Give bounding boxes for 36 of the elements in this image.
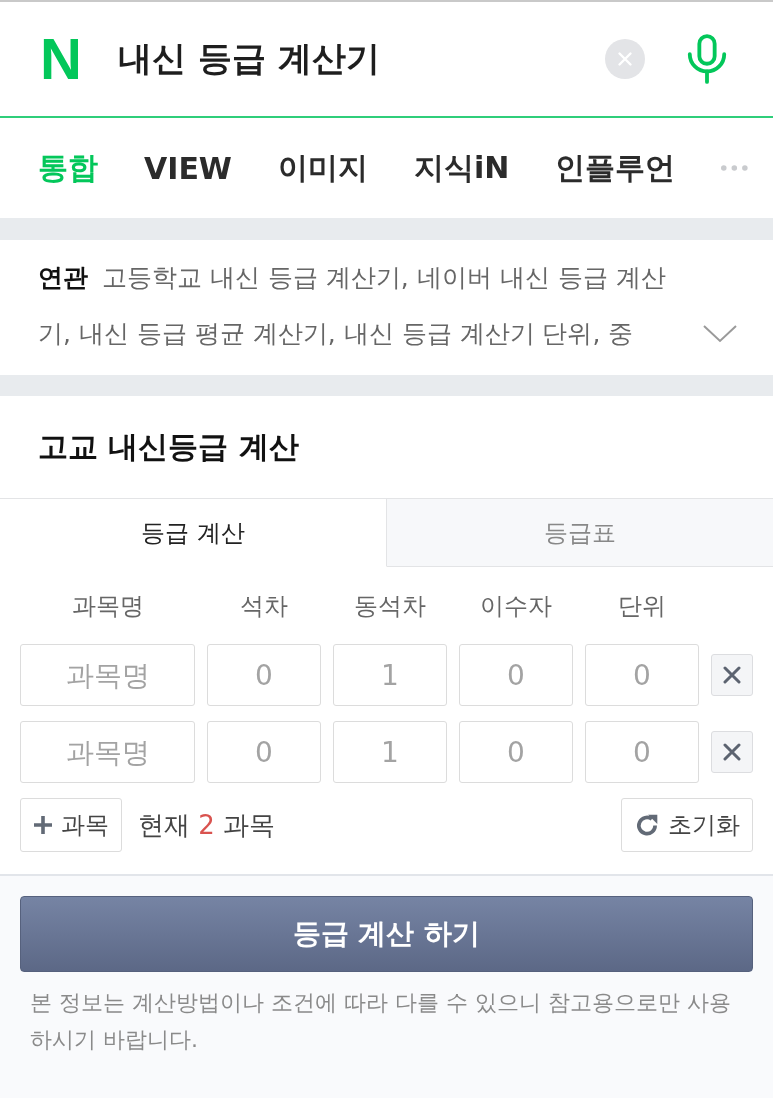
chevron-icon[interactable] — [703, 325, 737, 343]
add-subject-button[interactable]: 과목 — [20, 798, 122, 852]
submit-button[interactable]: 등급 계산 하기 — [20, 896, 753, 972]
delete-button[interactable] — [711, 731, 753, 773]
number-field[interactable]: 0 — [585, 644, 699, 706]
subject-field[interactable]: 과목명 — [20, 721, 195, 783]
column-header: 동석차 — [354, 590, 426, 622]
delete-button[interactable] — [711, 654, 753, 696]
card-title: 고교 내신등급 계산 — [37, 427, 300, 466]
tab[interactable]: VIEW — [144, 150, 232, 186]
disclaimer-text: 본 정보는 계산방법이나 조건에 따라 다를 수 있으니 참고용으로만 사용하시기 바랍니다. — [29, 989, 732, 1054]
search-field[interactable]: 내신 등급 계산기 — [117, 36, 605, 82]
column-header: 석차 — [240, 590, 288, 622]
number-field[interactable]: 0 — [207, 644, 321, 706]
related-searches[interactable]: 연관 고등학교 내신 등급 계산기, 네이버 내신 등급 계산기, 내신 등급 평균 계산기, 내신 등급 계산기 단위, 중 — [38, 250, 689, 362]
column-header: 단위 — [618, 590, 666, 622]
column-header: 과목명 — [71, 590, 144, 622]
number-field[interactable]: 1 — [333, 644, 447, 706]
more-icon[interactable] — [721, 163, 748, 173]
number-field[interactable]: 1 — [333, 721, 447, 783]
subject-field[interactable]: 과목명 — [20, 644, 195, 706]
column-header: 이수자 — [480, 590, 552, 622]
subject-count: 현재 2 과목 — [138, 808, 276, 842]
number-field[interactable]: 0 — [585, 721, 699, 783]
close-icon — [723, 743, 741, 761]
plus-icon — [33, 815, 53, 835]
reset-button[interactable]: 초기화 — [621, 798, 753, 852]
number-field[interactable]: 0 — [459, 644, 573, 706]
tab[interactable]: 인플루언 — [555, 147, 676, 189]
tab[interactable]: 지식iN — [413, 147, 510, 189]
number-field[interactable]: 0 — [459, 721, 573, 783]
tab[interactable]: 이미지 — [277, 147, 368, 189]
close-icon — [723, 666, 741, 684]
refresh-icon — [634, 812, 660, 838]
number-field[interactable]: 0 — [207, 721, 321, 783]
microphone-icon[interactable] — [685, 34, 729, 84]
